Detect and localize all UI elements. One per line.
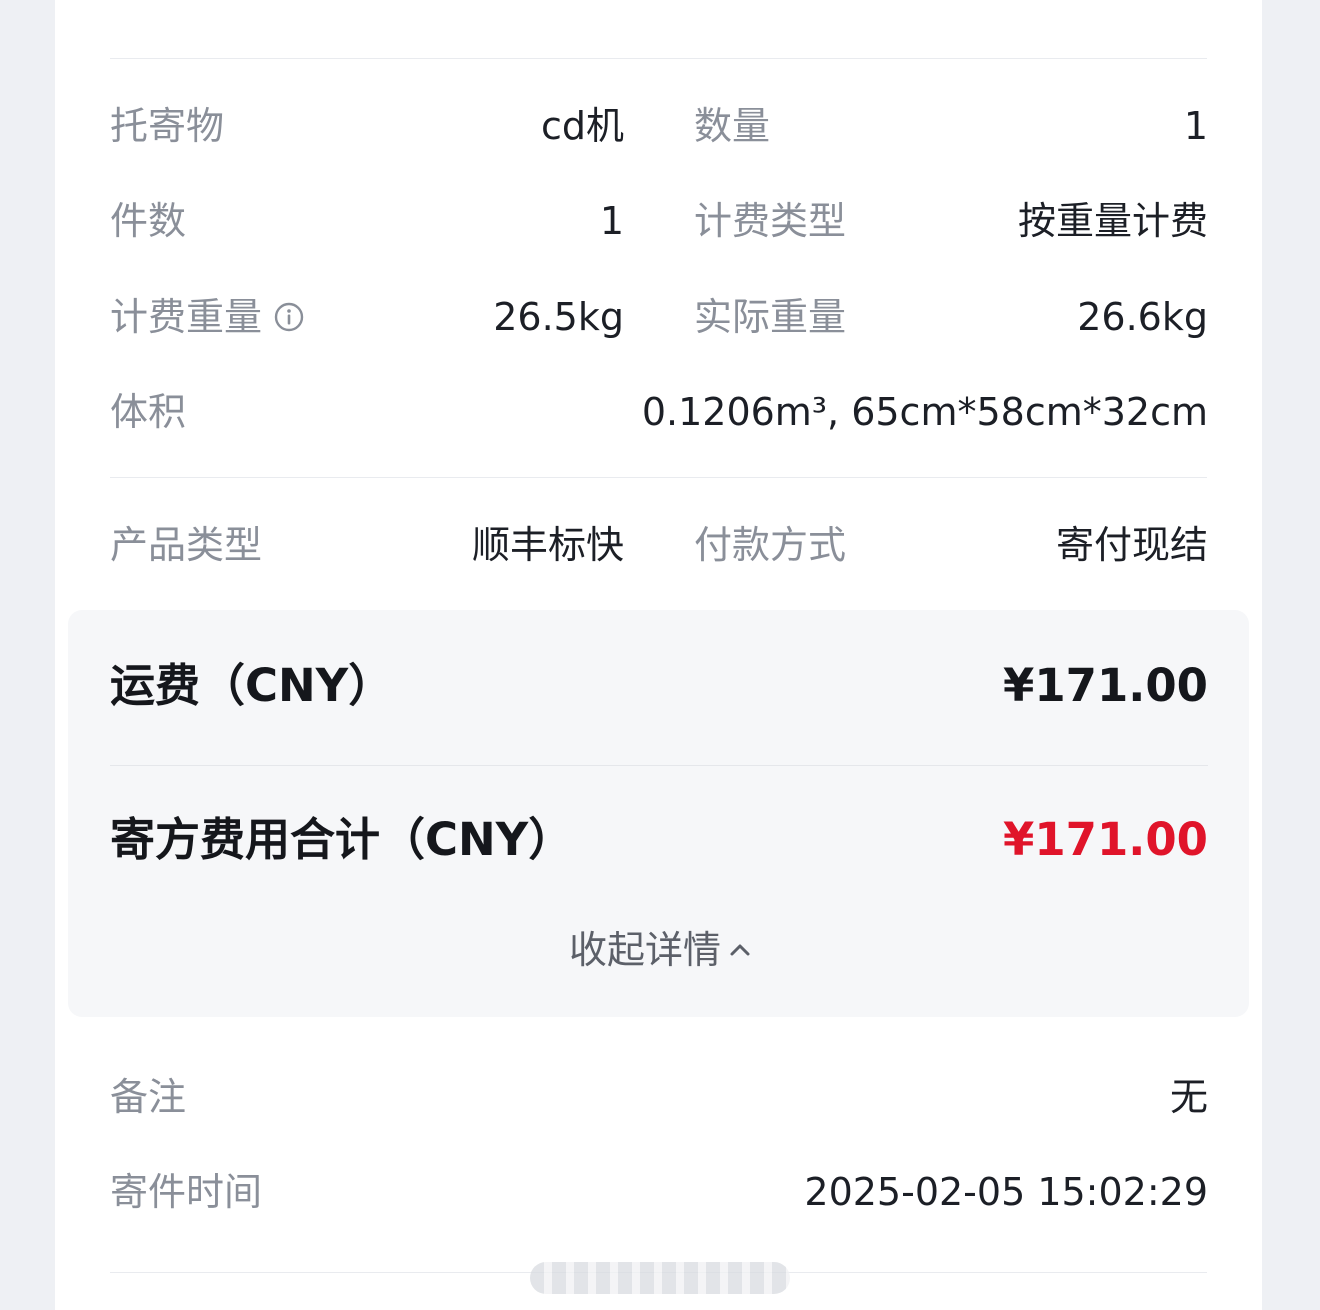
payment-method-value: 寄付现结 <box>1055 523 1208 567</box>
collapse-details-button[interactable]: 收起详情 <box>0 920 1320 980</box>
chevron-up-icon <box>730 944 750 955</box>
payment-method-field: 付款方式 寄付现结 <box>694 497 1208 593</box>
total-amount: ¥171.00 <box>1003 813 1208 866</box>
billing-type-field: 计费类型 按重量计费 <box>694 173 1208 269</box>
product-type-field: 产品类型 顺丰标快 <box>110 497 624 593</box>
billed-weight-label-group: 计费重量 <box>110 269 304 365</box>
info-icon[interactable] <box>274 302 304 332</box>
remark-field: 备注 无 <box>110 1049 1208 1145</box>
row-send-time: 寄件时间 2025-02-05 15:02:29 <box>110 1144 1208 1240</box>
remark-value: 无 <box>1169 1075 1208 1119</box>
row-remark: 备注 无 <box>110 1049 1208 1145</box>
billed-weight-field: 计费重量 26.5kg <box>110 269 624 365</box>
scroll-indicator <box>530 1262 790 1294</box>
remark-label: 备注 <box>110 1075 187 1119</box>
volume-value: 0.1206m³, 65cm*58cm*32cm <box>641 390 1208 434</box>
total-label: 寄方费用合计（CNY） <box>110 813 574 866</box>
row-consignment-quantity: 托寄物 cd机 数量 1 <box>110 78 1208 174</box>
row-volume: 体积 0.1206m³, 65cm*58cm*32cm <box>110 364 1208 460</box>
actual-weight-label: 实际重量 <box>694 295 847 339</box>
freight-label: 运费（CNY） <box>110 659 394 712</box>
volume-field: 体积 0.1206m³, 65cm*58cm*32cm <box>110 364 1208 460</box>
freight-row: 运费（CNY） ¥171.00 <box>110 636 1208 736</box>
freight-amount: ¥171.00 <box>1003 659 1208 712</box>
consignment-value: cd机 <box>540 104 624 148</box>
total-row: 寄方费用合计（CNY） ¥171.00 <box>110 790 1208 890</box>
row-weights: 计费重量 26.5kg 实际重量 26.6kg <box>110 269 1208 365</box>
payment-method-label: 付款方式 <box>694 523 847 567</box>
volume-label: 体积 <box>110 390 187 434</box>
top-divider <box>110 58 1207 59</box>
billing-type-value: 按重量计费 <box>1017 199 1208 243</box>
send-time-value: 2025-02-05 15:02:29 <box>804 1170 1208 1214</box>
send-time-field: 寄件时间 2025-02-05 15:02:29 <box>110 1144 1208 1240</box>
consignment-label: 托寄物 <box>110 104 225 148</box>
quantity-value: 1 <box>1183 104 1208 148</box>
billing-type-label: 计费类型 <box>694 199 847 243</box>
consignment-field: 托寄物 cd机 <box>110 78 624 174</box>
actual-weight-value: 26.6kg <box>1077 295 1208 339</box>
quantity-label: 数量 <box>694 104 771 148</box>
billed-weight-value: 26.5kg <box>493 295 624 339</box>
section-divider <box>110 477 1207 478</box>
fee-divider <box>110 765 1208 766</box>
product-type-label: 产品类型 <box>110 523 263 567</box>
pieces-value: 1 <box>599 199 624 243</box>
row-pieces-billing-type: 件数 1 计费类型 按重量计费 <box>110 173 1208 269</box>
pieces-label: 件数 <box>110 199 187 243</box>
quantity-field: 数量 1 <box>694 78 1208 174</box>
actual-weight-field: 实际重量 26.6kg <box>694 269 1208 365</box>
collapse-details-label: 收起详情 <box>568 928 721 972</box>
product-type-value: 顺丰标快 <box>471 523 624 567</box>
row-product-payment: 产品类型 顺丰标快 付款方式 寄付现结 <box>110 497 1208 593</box>
pieces-field: 件数 1 <box>110 173 624 269</box>
send-time-label: 寄件时间 <box>110 1170 263 1214</box>
billed-weight-label: 计费重量 <box>110 295 263 339</box>
